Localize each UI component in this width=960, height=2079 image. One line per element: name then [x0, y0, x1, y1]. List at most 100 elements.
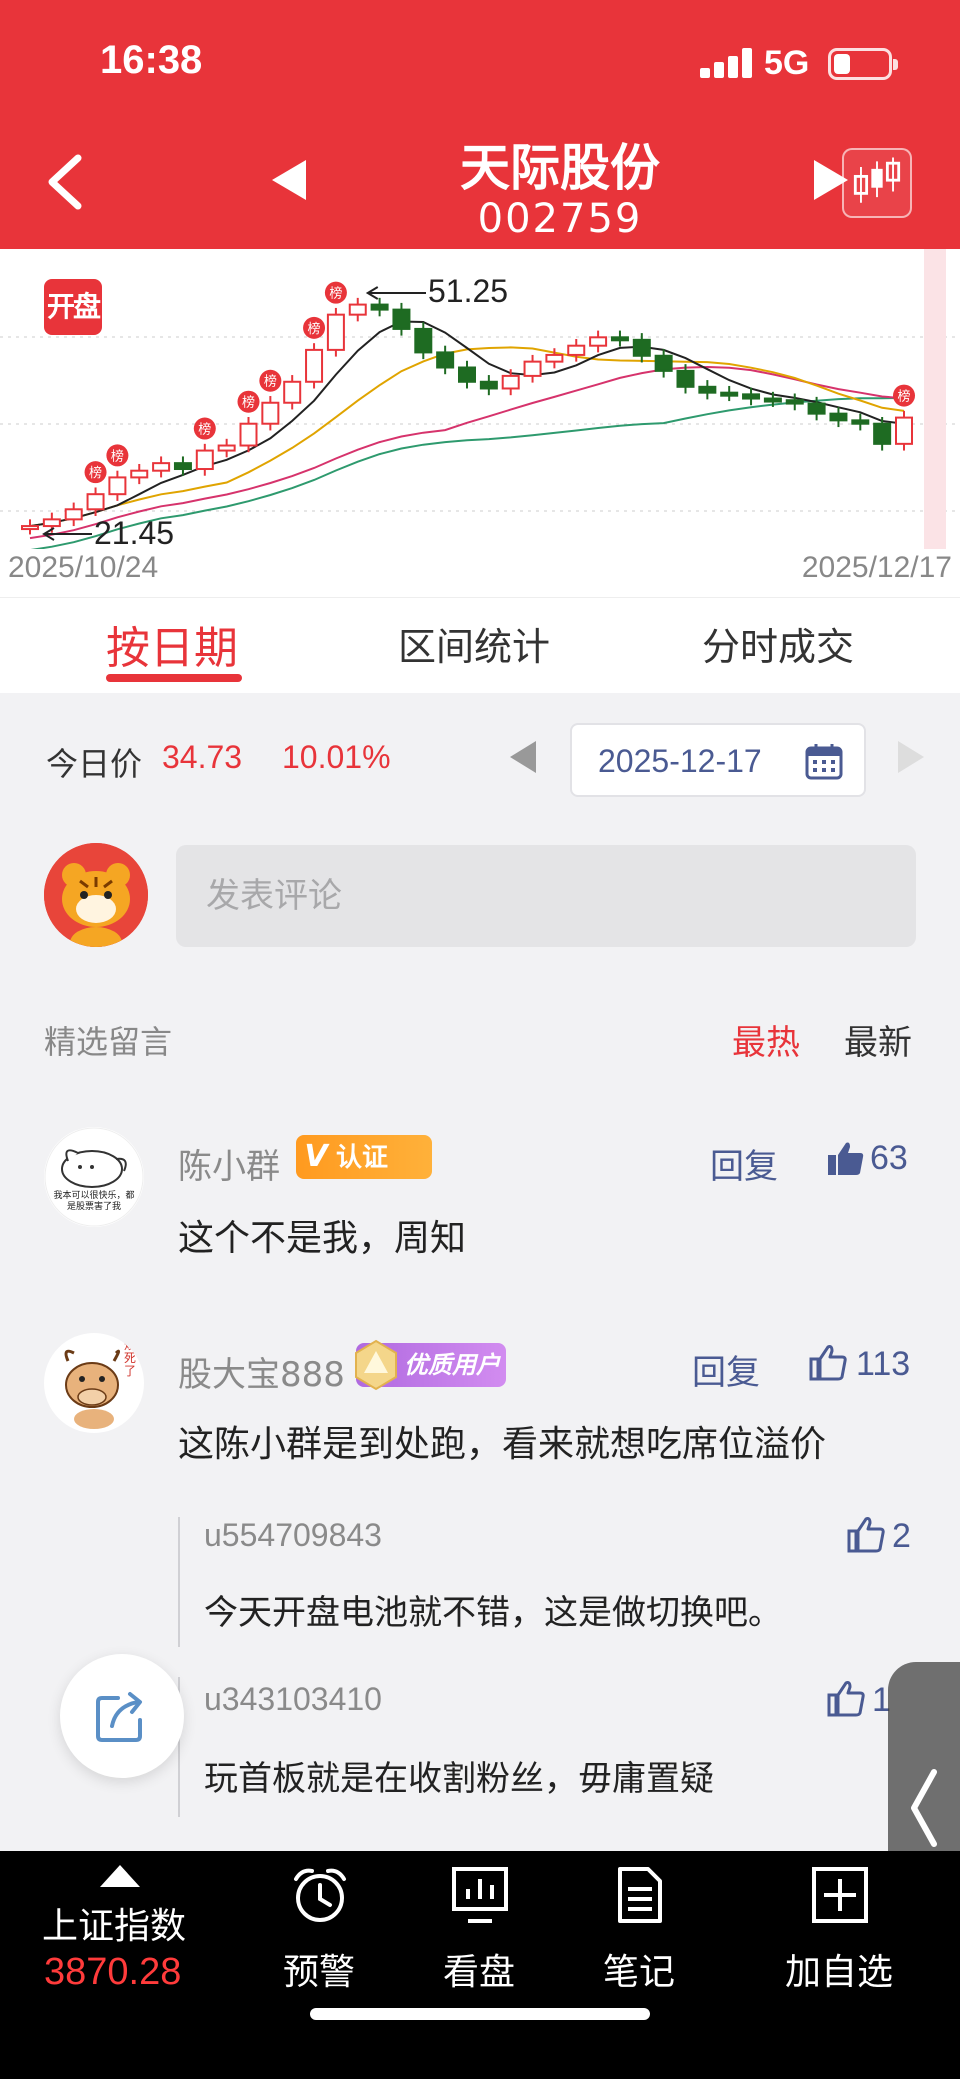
nav-notes-label: 笔记 [602, 1952, 675, 1993]
prev-date-button[interactable] [510, 741, 536, 773]
nav-watch-board[interactable]: 看盘 [404, 1851, 554, 2001]
note-document-icon [618, 1867, 662, 1923]
nav-watch-label: 看盘 [442, 1952, 515, 1993]
thumbs-up-outline-icon[interactable] [846, 1515, 886, 1555]
candle-body [152, 462, 171, 472]
candle-body [130, 469, 149, 479]
tab-bar: 按日期 区间统计 分时成交 [0, 597, 960, 693]
calendar-icon [805, 744, 843, 780]
comment-avatar[interactable]: 烦死了 [44, 1333, 144, 1433]
today-price-label: 今日价 [46, 745, 143, 783]
price-row: 今日价 34.73 10.01% 2025-12-17 [0, 693, 960, 817]
stock-code: 002759 [477, 196, 643, 242]
candle-body [239, 422, 258, 447]
comment-username[interactable]: 陈小群 [178, 1139, 280, 1188]
expand-up-icon [100, 1865, 140, 1887]
index-value: 3870.28 [44, 1951, 182, 1993]
candle-body [632, 338, 651, 357]
candle-body [458, 366, 476, 383]
bang-marker-text: 榜 [111, 448, 124, 464]
thumbs-up-outline-icon[interactable] [826, 1679, 866, 1719]
reply-text: 今天开盘电池就不错，这是做切换吧。 [204, 1593, 782, 1633]
candle-body [173, 462, 192, 471]
candle-body [261, 401, 280, 425]
verified-badge: V 认证 [296, 1135, 432, 1179]
monitor-chart-icon [452, 1867, 508, 1923]
bottom-nav: 上证指数 3870.28 预警 看盘 笔记 加自选 [0, 1851, 960, 2079]
candle-body [895, 416, 913, 445]
nav-add-watchlist[interactable]: 加自选 [764, 1851, 914, 2001]
bang-marker-text: 榜 [308, 321, 321, 337]
candle-body [589, 336, 608, 347]
reply-button[interactable]: 回复 [710, 1139, 778, 1188]
low-price-label: 21.45 [94, 515, 175, 551]
reply-username[interactable]: u343103410 [204, 1681, 382, 1718]
candle-body [654, 354, 673, 372]
stock-name: 天际股份 [460, 139, 660, 197]
candle-body [436, 351, 455, 369]
reply-text: 玩首板就是在收割粉丝，毋庸置疑 [204, 1759, 714, 1799]
candle-body [742, 393, 761, 400]
alarm-clock-icon [294, 1868, 346, 1922]
high-price-label: 51.25 [428, 273, 509, 309]
back-icon[interactable] [44, 152, 84, 212]
avatar-caption: 烦死了 [124, 1338, 137, 1378]
comment-input[interactable] [176, 845, 916, 947]
reply-username[interactable]: u554709843 [204, 1517, 382, 1554]
bang-marker-text: 榜 [264, 374, 277, 390]
share-button[interactable] [60, 1654, 184, 1778]
candle-body [785, 399, 804, 405]
quality-user-badge: 优质用户 [355, 1339, 506, 1391]
candle-body [283, 380, 302, 404]
candle-body [851, 419, 870, 425]
like-count: 63 [870, 1139, 908, 1177]
quality-badge-icon [355, 1339, 397, 1391]
nav-add-label: 加自选 [784, 1952, 893, 1993]
verified-badge-label: 认证 [336, 1143, 389, 1173]
share-icon [96, 1692, 142, 1742]
add-box-icon [812, 1867, 868, 1923]
user-avatar[interactable] [44, 843, 148, 947]
kline-icon[interactable] [842, 148, 912, 218]
candle-body [217, 444, 236, 452]
tab-by-date[interactable]: 按日期 [106, 612, 238, 676]
prev-stock-button[interactable] [272, 160, 306, 200]
comment-avatar[interactable]: 我本可以很快乐，都是股票害了我 [44, 1127, 144, 1227]
bang-marker-text: 榜 [89, 465, 102, 481]
quality-badge-label: 优质用户 [404, 1351, 500, 1379]
candle-body [86, 493, 105, 511]
candle-body [763, 397, 782, 403]
candle-body [698, 385, 717, 394]
kline-chart[interactable]: 榜榜榜榜榜榜榜榜 开盘 51.25 21.45 2025/10/24 2025/… [0, 249, 960, 597]
reply-button[interactable]: 回复 [692, 1345, 760, 1394]
comment-username[interactable]: 股大宝888 [178, 1347, 345, 1396]
verified-v-icon: V [304, 1139, 328, 1174]
thumbs-up-filled-icon[interactable] [826, 1139, 866, 1179]
nav-notes[interactable]: 笔记 [564, 1851, 714, 2001]
candle-body [545, 353, 564, 363]
candle-body [108, 476, 127, 496]
sort-new-button[interactable]: 最新 [844, 1015, 912, 1064]
sort-hot-button[interactable]: 最热 [732, 1015, 800, 1064]
candle-body [567, 344, 586, 356]
today-change: 10.01% [282, 739, 391, 775]
nav-alert[interactable]: 预警 [244, 1851, 394, 2001]
chart-start-date: 2025/10/24 [8, 551, 159, 584]
candle-body [829, 412, 848, 422]
thumbs-up-outline-icon[interactable] [808, 1343, 848, 1383]
next-date-button[interactable] [898, 741, 924, 773]
date-picker[interactable]: 2025-12-17 [570, 723, 866, 797]
header-bar: 16:38 5G 天际股份 002759 [0, 0, 960, 249]
today-price: 34.73 [162, 739, 243, 775]
candle-body [807, 402, 826, 415]
date-value: 2025-12-17 [598, 743, 762, 779]
reply-like-count: 2 [892, 1517, 911, 1555]
chart-end-date: 2025/12/17 [801, 551, 952, 584]
index-ticker[interactable]: 上证指数 3870.28 [0, 1851, 220, 2011]
candle-body [873, 422, 892, 445]
tab-time-trades[interactable]: 分时成交 [702, 616, 854, 671]
candle-body [501, 374, 520, 390]
bang-marker-text: 榜 [198, 422, 211, 438]
tab-interval-stats[interactable]: 区间统计 [398, 616, 550, 671]
bang-marker-text: 榜 [242, 395, 255, 411]
